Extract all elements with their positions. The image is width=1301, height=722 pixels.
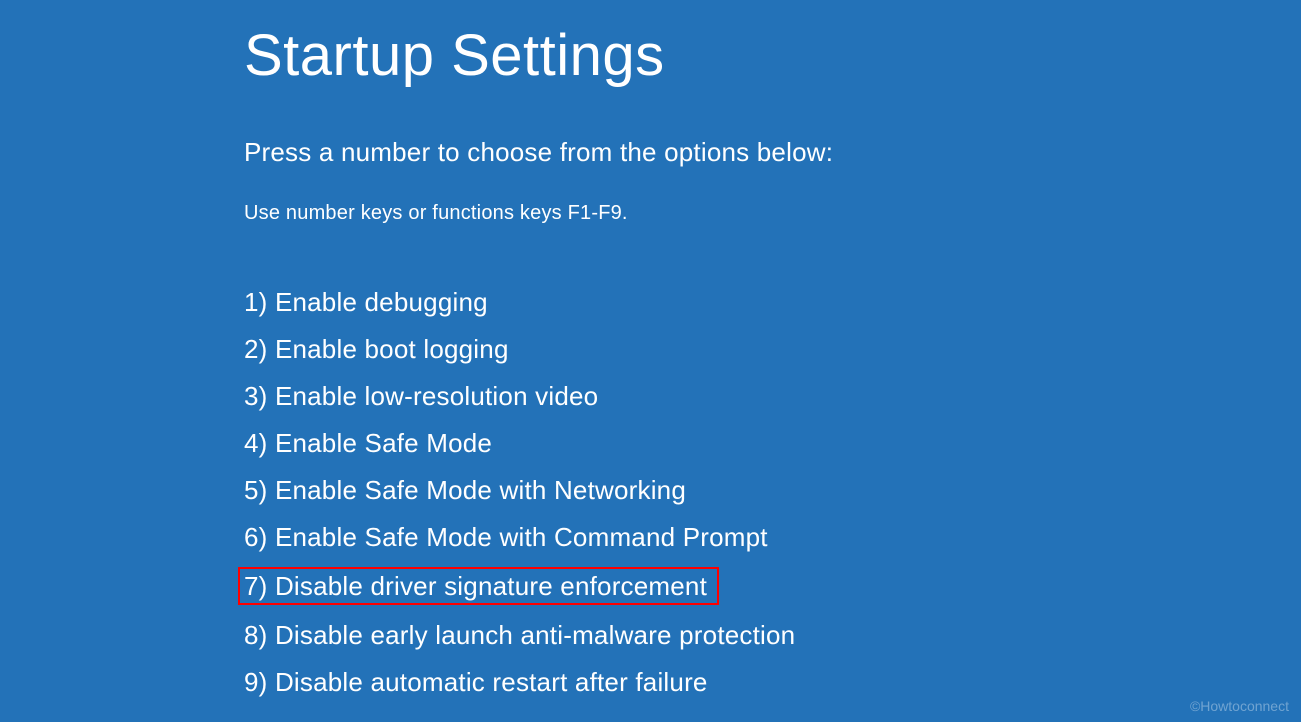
option-9[interactable]: 9) Disable automatic restart after failu… xyxy=(244,669,708,695)
option-4[interactable]: 4) Enable Safe Mode xyxy=(244,430,492,456)
option-8[interactable]: 8) Disable early launch anti-malware pro… xyxy=(244,622,795,648)
option-3[interactable]: 3) Enable low-resolution video xyxy=(244,383,598,409)
option-2[interactable]: 2) Enable boot logging xyxy=(244,336,509,362)
hint-text: Use number keys or functions keys F1-F9. xyxy=(244,202,1301,225)
option-7[interactable]: 7) Disable driver signature enforcement xyxy=(238,567,719,605)
option-6[interactable]: 6) Enable Safe Mode with Command Prompt xyxy=(244,524,768,550)
startup-settings-screen: Startup Settings Press a number to choos… xyxy=(0,0,1301,716)
option-5[interactable]: 5) Enable Safe Mode with Networking xyxy=(244,477,686,503)
watermark: ©Howtoconnect xyxy=(1190,698,1289,714)
options-list: 1) Enable debugging 2) Enable boot loggin… xyxy=(244,289,1301,716)
option-1[interactable]: 1) Enable debugging xyxy=(244,289,488,315)
page-title: Startup Settings xyxy=(244,22,1301,89)
instruction-text: Press a number to choose from the option… xyxy=(244,137,1301,168)
